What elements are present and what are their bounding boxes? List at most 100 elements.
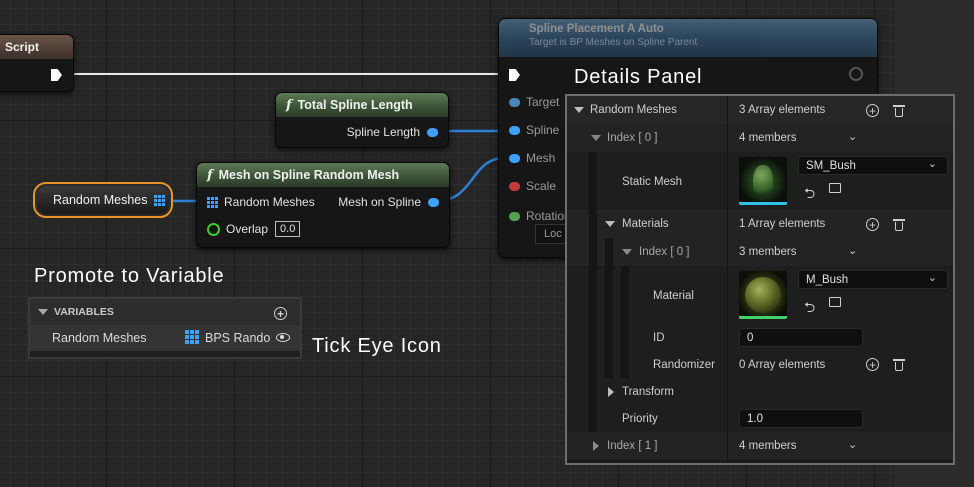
row-index-1-label: Index [ 1 ]	[607, 440, 658, 452]
trash-icon[interactable]	[893, 358, 905, 371]
row-index-0-value: 4 members	[739, 132, 797, 144]
add-element-icon[interactable]: +	[866, 104, 879, 117]
details-panel-annotation: Details Panel	[574, 66, 703, 88]
expand-arrow-icon[interactable]	[574, 107, 584, 113]
overlap-label: Overlap	[226, 222, 269, 236]
pin-target-dot	[509, 97, 520, 107]
eye-pupil	[280, 335, 284, 339]
details-panel: Random Meshes 3 Array elements + Index […	[565, 94, 955, 465]
variables-header[interactable]: VARIABLES +	[30, 299, 300, 325]
indent-guide	[589, 324, 597, 351]
row-randomizer[interactable]: Randomizer 0 Array elements +	[567, 351, 953, 379]
row-index-0-label: Index [ 0 ]	[607, 132, 658, 144]
chevron-down-icon[interactable]: ⌄	[848, 244, 857, 257]
pin-spline-dot	[509, 125, 520, 135]
row-materials-value: 1 Array elements	[739, 218, 826, 230]
pin-rotation[interactable]: Rotation	[509, 209, 571, 223]
mesh-on-spline-node[interactable]: f Mesh on Spline Random Mesh Random Mesh…	[196, 162, 450, 248]
material-asset-dropdown[interactable]: M_Bush ⌄	[798, 270, 948, 289]
thumbnail-type-bar	[739, 202, 787, 205]
collapse-arrow-icon[interactable]	[38, 309, 48, 315]
priority-input[interactable]: 1.0	[739, 409, 863, 428]
column-divider[interactable]	[727, 96, 728, 463]
expand-arrow-icon[interactable]	[593, 441, 599, 451]
row-index-1[interactable]: Index [ 1 ] 4 members ⌄	[567, 432, 953, 461]
add-element-icon[interactable]: +	[866, 358, 879, 371]
spline-length-pin[interactable]: Spline Length	[347, 125, 438, 139]
script-node[interactable]: Script	[0, 34, 74, 92]
pin-mesh-dot	[509, 153, 520, 163]
total-spline-length-node[interactable]: f Total Spline Length Spline Length	[275, 92, 449, 148]
spline-placement-subtitle: Target is BP Meshes on Spline Parent	[529, 37, 698, 48]
browse-folder-icon[interactable]	[829, 297, 841, 307]
array-type-icon	[185, 330, 199, 344]
expand-arrow-icon[interactable]	[622, 249, 632, 255]
random-meshes-variable-node[interactable]: Random Meshes	[33, 182, 173, 218]
expand-arrow-icon[interactable]	[591, 135, 601, 141]
pin-mesh[interactable]: Mesh	[509, 151, 555, 165]
pin-scale-label: Scale	[526, 179, 557, 193]
mesh-on-spline-out-pin[interactable]: Mesh on Spline	[338, 195, 439, 209]
total-spline-length-title: Total Spline Length	[297, 98, 413, 112]
spline-length-label: Spline Length	[346, 125, 420, 139]
chevron-down-icon: ⌄	[927, 158, 937, 170]
row-static-mesh-label: Static Mesh	[622, 176, 683, 188]
row-priority-label: Priority	[622, 413, 658, 425]
array-icon	[153, 194, 165, 206]
exec-out-pin-faded[interactable]	[849, 67, 863, 81]
chevron-down-icon[interactable]: ⌄	[848, 438, 857, 451]
row-priority[interactable]: Priority 1.0	[567, 405, 953, 433]
indent-guide	[605, 324, 613, 351]
expand-arrow-icon[interactable]	[608, 387, 614, 397]
indent-guide	[621, 324, 629, 351]
row-material-index-0-value: 3 members	[739, 246, 797, 258]
overlap-value-field[interactable]: 0.0	[275, 221, 301, 237]
overlap-pin[interactable]: Overlap 0.0	[207, 221, 301, 237]
use-selected-arrow-icon[interactable]: ⮌	[804, 183, 815, 207]
pin-rotation-dot	[509, 211, 520, 221]
variable-row-random-meshes[interactable]: Random Meshes BPS Rando	[30, 325, 300, 351]
row-id[interactable]: ID 0	[567, 324, 953, 352]
exec-out-pin[interactable]	[51, 69, 62, 81]
spline-placement-header: Spline Placement A Auto Target is BP Mes…	[499, 19, 877, 57]
row-material[interactable]: Material M_Bush ⌄ ⮌	[567, 266, 953, 325]
row-randomizer-label: Randomizer	[653, 359, 715, 371]
browse-folder-icon[interactable]	[829, 183, 841, 193]
variable-row-type: BPS Rando	[205, 331, 271, 345]
indent-guide	[605, 351, 613, 378]
priority-value: 1.0	[747, 412, 763, 425]
indent-guide	[589, 210, 597, 238]
variables-panel: VARIABLES + Random Meshes BPS Rando	[28, 297, 302, 359]
add-variable-icon[interactable]: +	[274, 307, 287, 320]
pin-scale[interactable]: Scale	[509, 179, 556, 193]
spline-length-dot	[427, 127, 438, 137]
trash-icon[interactable]	[893, 218, 905, 231]
material-thumbnail[interactable]	[739, 271, 787, 319]
variables-header-label: VARIABLES	[54, 306, 114, 318]
add-element-icon[interactable]: +	[866, 218, 879, 231]
row-index-0[interactable]: Index [ 0 ] 4 members ⌄	[567, 124, 953, 153]
row-transform[interactable]: Transform	[567, 378, 953, 406]
id-value: 0	[747, 331, 754, 344]
static-mesh-thumbnail[interactable]	[739, 157, 787, 205]
static-mesh-asset-dropdown[interactable]: SM_Bush ⌄	[798, 156, 948, 175]
pin-target[interactable]: Target	[509, 95, 559, 109]
random-meshes-in-pin[interactable]: Random Meshes	[207, 195, 315, 209]
exec-in-pin[interactable]	[509, 69, 520, 81]
random-meshes-variable-label: Random Meshes	[53, 193, 148, 207]
overlap-circle-icon	[207, 222, 220, 236]
use-selected-arrow-icon[interactable]: ⮌	[804, 297, 815, 321]
trash-icon[interactable]	[893, 104, 905, 117]
indent-guide	[589, 238, 597, 266]
row-materials[interactable]: Materials 1 Array elements +	[567, 210, 953, 239]
row-random-meshes[interactable]: Random Meshes 3 Array elements +	[567, 96, 953, 125]
chevron-down-icon[interactable]: ⌄	[848, 130, 857, 143]
variable-row-name: Random Meshes	[52, 331, 147, 345]
expand-arrow-icon[interactable]	[605, 221, 615, 227]
id-input[interactable]: 0	[739, 328, 863, 347]
pin-spline[interactable]: Spline	[509, 123, 559, 137]
eye-icon[interactable]	[276, 333, 290, 342]
row-material-index-0[interactable]: Index [ 0 ] 3 members ⌄	[567, 238, 953, 267]
row-static-mesh[interactable]: Static Mesh SM_Bush ⌄ ⮌	[567, 152, 953, 211]
function-icon: f	[286, 97, 292, 113]
